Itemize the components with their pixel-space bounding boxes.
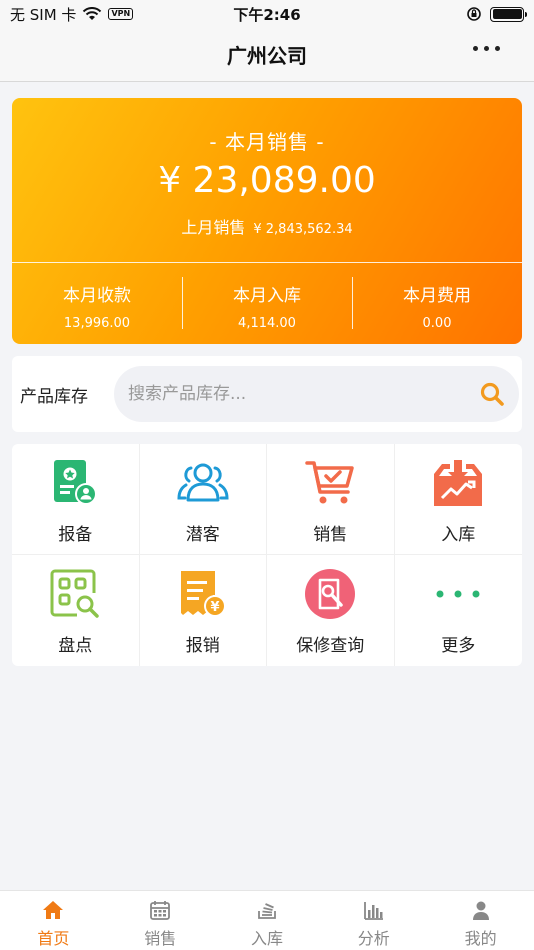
function-grid: 报备 潜客 销售 入库 盘点 ¥ 报销 保修查询 更多 <box>12 444 522 666</box>
inventory-search-panel: 产品库存 <box>12 356 522 432</box>
grid-item-report[interactable]: 报备 <box>12 444 140 555</box>
monthly-stats: 本月收款 13,996.00 本月入库 4,114.00 本月费用 0.00 <box>12 263 522 344</box>
grid-item-inbound[interactable]: 入库 <box>394 444 522 555</box>
users-icon <box>176 456 230 510</box>
grid-item-label: 入库 <box>441 525 476 545</box>
stat-value: 13,996.00 <box>63 316 131 331</box>
more-icon <box>431 567 485 621</box>
tab-label: 首页 <box>37 929 70 948</box>
grid-item-label: 保修查询 <box>296 636 365 656</box>
monthly-sales-label: - 本月销售 - <box>209 130 325 154</box>
stat-label: 本月入库 <box>233 286 301 306</box>
user-icon <box>472 901 489 920</box>
grid-item-inventory-check[interactable]: 盘点 <box>12 555 140 666</box>
grid-item-expense[interactable]: ¥ 报销 <box>140 555 267 666</box>
last-month-label: 上月销售 <box>181 218 246 237</box>
status-bar: 无 SIM 卡 VPN 下午2:46 <box>0 0 534 28</box>
calendar-icon <box>150 901 171 920</box>
grid-item-label: 更多 <box>441 636 476 656</box>
sales-summary-card[interactable]: - 本月销售 - ¥ 23,089.00 上月销售 ¥ 2,843,562.34 … <box>12 98 522 344</box>
monthly-sales-amount: ¥ 23,089.00 <box>158 160 376 201</box>
grid-item-prospects[interactable]: 潜客 <box>139 444 267 555</box>
stat-expenses[interactable]: 本月费用 0.00 <box>352 263 522 344</box>
tab-label: 分析 <box>357 929 390 948</box>
search-icon[interactable] <box>479 381 505 407</box>
vpn-badge: VPN <box>108 8 134 20</box>
grid-item-label: 潜客 <box>185 525 220 545</box>
last-month-value: ¥ 2,843,562.34 <box>253 222 353 237</box>
tab-profile[interactable]: 我的 <box>427 891 534 950</box>
search-label: 产品库存 <box>20 386 88 407</box>
home-icon <box>43 901 64 919</box>
report-icon <box>48 456 102 510</box>
stat-inbound[interactable]: 本月入库 4,114.00 <box>182 263 352 344</box>
carrier-text: 无 SIM 卡 <box>10 5 77 24</box>
stat-value: 0.00 <box>422 316 452 331</box>
inventory-icon <box>48 567 102 621</box>
orientation-lock-icon <box>467 7 481 21</box>
tab-home[interactable]: 首页 <box>0 891 107 950</box>
grid-item-label: 报备 <box>58 525 93 545</box>
tab-analysis[interactable]: 分析 <box>320 891 427 950</box>
battery-icon <box>490 6 527 22</box>
stack-icon <box>258 903 276 919</box>
grid-item-more[interactable]: 更多 <box>395 555 523 666</box>
wifi-icon <box>83 7 102 20</box>
stat-label: 本月收款 <box>63 286 131 306</box>
tab-sales[interactable]: 销售 <box>107 891 214 950</box>
grid-item-label: 盘点 <box>58 636 93 656</box>
last-month-sales: 上月销售 ¥ 2,843,562.34 <box>12 214 522 238</box>
expense-icon: ¥ <box>176 567 230 621</box>
svg-text:¥: ¥ <box>210 600 219 615</box>
tab-label: 我的 <box>464 929 497 948</box>
stat-label: 本月费用 <box>403 286 471 306</box>
page-title: 广州公司 <box>227 44 307 68</box>
stat-value: 4,114.00 <box>238 316 296 331</box>
bottom-tab-bar: 首页 销售 入库 分析 我的 <box>0 890 534 950</box>
tab-inbound[interactable]: 入库 <box>214 891 321 950</box>
more-options-icon[interactable] <box>473 46 500 51</box>
grid-item-sales[interactable]: 销售 <box>267 444 395 555</box>
tab-label: 入库 <box>250 929 283 948</box>
search-input[interactable] <box>128 384 468 404</box>
grid-item-label: 销售 <box>313 525 348 545</box>
grid-item-label: 报销 <box>185 636 220 656</box>
stat-receipts[interactable]: 本月收款 13,996.00 <box>12 263 182 344</box>
warranty-icon <box>303 567 357 621</box>
cart-icon <box>303 456 357 510</box>
inbound-icon <box>431 456 485 510</box>
tab-label: 销售 <box>144 929 177 948</box>
search-box[interactable] <box>114 366 519 422</box>
grid-item-warranty[interactable]: 保修查询 <box>267 555 395 666</box>
bar-chart-icon <box>363 902 383 920</box>
nav-bar: 广州公司 <box>0 28 534 82</box>
